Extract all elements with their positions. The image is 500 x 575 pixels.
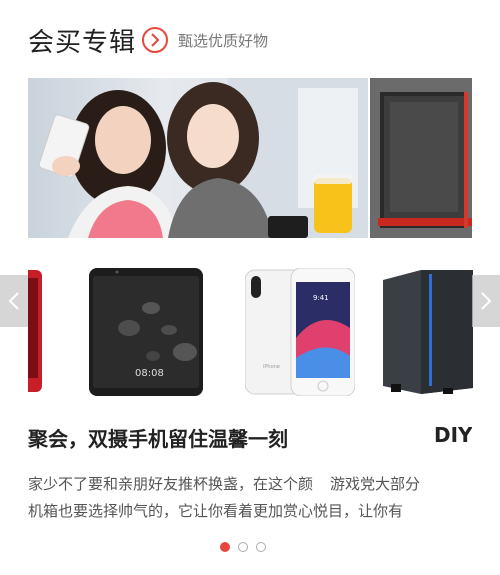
slide-title[interactable]: 聚会，双摄手机留住温馨一刻: [28, 423, 288, 452]
carousel-pagination: [220, 542, 266, 552]
more-arrow-button[interactable]: [142, 27, 169, 53]
section-title: 会买专辑: [28, 27, 137, 58]
pagination-dot-3[interactable]: [256, 542, 266, 552]
slide-description: 游戏党大部分: [330, 471, 470, 498]
red-phone-icon[interactable]: [28, 268, 44, 396]
pagination-dot-1[interactable]: [220, 542, 230, 552]
product-strip: 08:08 iPhone 9:41: [0, 268, 500, 396]
pc-tower-case-icon[interactable]: [383, 270, 473, 396]
carousel-prev-button[interactable]: [0, 275, 28, 327]
svg-text:iPhone: iPhone: [263, 364, 280, 370]
slide-title[interactable]: DIY: [434, 423, 472, 447]
chevron-left-icon: [8, 292, 19, 310]
slide-banner-image: [28, 78, 368, 238]
huawei-mate-phone-icon[interactable]: 08:08: [89, 268, 203, 396]
iphone-8-plus-icon[interactable]: iPhone 9:41: [245, 268, 355, 396]
chevron-right-icon: [151, 33, 160, 47]
carousel-next-button[interactable]: [472, 275, 500, 327]
phone-clock-text: 9:41: [313, 294, 329, 302]
phone-clock-text: 08:08: [135, 368, 164, 379]
section-header: 会买专辑 甄选优质好物: [28, 20, 268, 60]
slide-banner-image: [370, 78, 472, 238]
section-subtitle: 甄选优质好物: [178, 31, 269, 50]
pagination-dot-2[interactable]: [238, 542, 248, 552]
slide-desc-line: 游戏党大部分: [330, 475, 421, 493]
chevron-right-icon: [481, 292, 492, 310]
